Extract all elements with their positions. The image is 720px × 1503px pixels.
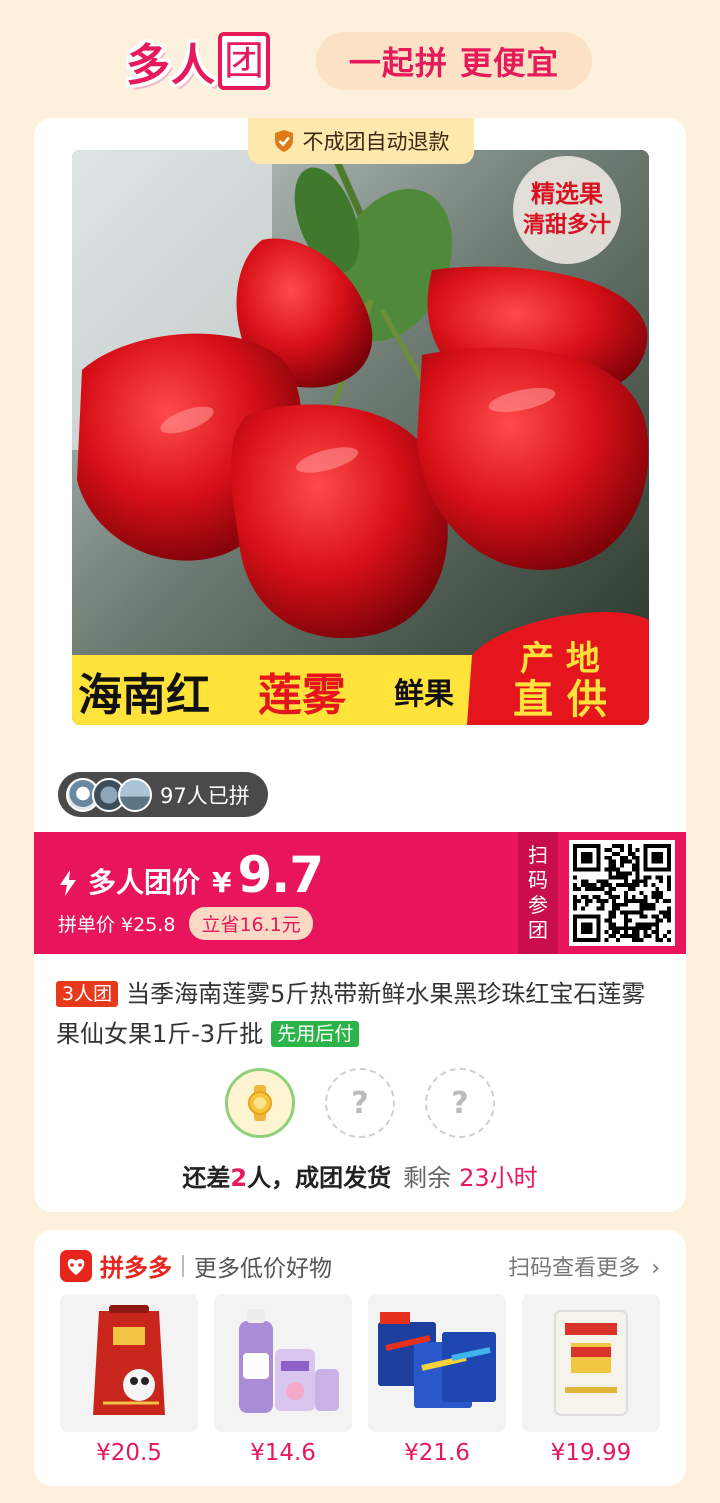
scan-char: 团 [528, 918, 548, 942]
save-amount-pill: 立省16.1元 [189, 907, 313, 940]
badge-line1: 精选果 [531, 180, 603, 208]
joined-count-pill: 97人已拼 [58, 772, 268, 817]
group-status: 还差2人，成团发货 剩余 23小时 [34, 1158, 686, 1193]
remaining-label: 剩余 [403, 1164, 452, 1192]
more-goods-header: 拼多多 更多低价好物 [60, 1248, 332, 1283]
scan-char: 码 [528, 868, 548, 892]
joined-count-text: 97人已拼 [160, 783, 250, 808]
lightning-icon [60, 870, 76, 896]
qr-code-image [573, 844, 671, 942]
more-goods-card: 拼多多 更多低价好物 扫码查看更多 › ¥20.5 ¥14.6 ¥21.6 ¥1… [34, 1230, 686, 1486]
group-price-band: 多人团价 ¥ 9.7 拼单价 ¥25.8 立省16.1元 扫 码 参 团 [34, 832, 686, 954]
banner-right-line1: 产 地 [520, 639, 600, 679]
team-size-tag: 3人团 [56, 981, 119, 1007]
goods-list: ¥20.5 ¥14.6 ¥21.6 ¥19.99 [60, 1294, 660, 1466]
qr-code[interactable] [569, 840, 675, 946]
banner-part1: 海南红 [78, 670, 210, 721]
qr-code-area[interactable] [558, 832, 686, 954]
goods-price: ¥21.6 [404, 1440, 470, 1466]
badge-line2: 清甜多汁 [523, 212, 611, 238]
divider [182, 1254, 184, 1277]
status-suffix: 人，成团发货 [247, 1164, 392, 1192]
goods-price: ¥14.6 [250, 1440, 316, 1466]
logo-box-text: 团 [218, 32, 270, 90]
refund-tag: 不成团自动退款 [248, 118, 474, 164]
shield-check-icon [274, 130, 293, 152]
member-slots: ? ? [34, 1068, 686, 1138]
brand-name: 拼多多 [100, 1254, 172, 1282]
scan-more-link[interactable]: 扫码查看更多 › [508, 1250, 660, 1282]
pinduoduo-logo-icon [60, 1249, 92, 1282]
rice-bag-icon [60, 1294, 198, 1432]
status-missing-count: 2 [230, 1164, 248, 1192]
goods-price: ¥19.99 [550, 1440, 632, 1466]
group-price-label: 多人团价 [88, 866, 201, 899]
toothbrush-pack-icon [368, 1294, 506, 1432]
product-title-block[interactable]: 3人团 当季海南莲雾5斤热带新鲜水果黑珍珠红宝石莲雾果仙女果1斤-3斤批 先用后付 [56, 974, 668, 1054]
price-info: 多人团价 ¥ 9.7 拼单价 ¥25.8 立省16.1元 [58, 846, 325, 940]
scan-char: 参 [528, 893, 548, 917]
avatar-group [66, 777, 152, 812]
currency-symbol: ¥ [212, 866, 232, 899]
goods-item[interactable]: ¥21.6 [368, 1294, 506, 1466]
product-image[interactable]: 精选果 清甜多汁 海南红 莲雾 鲜果 产 地 直 供 [72, 150, 649, 725]
member-slot-filled [225, 1068, 295, 1138]
watch-avatar-icon [248, 1085, 272, 1121]
scan-to-join-label: 扫 码 参 团 [518, 832, 558, 954]
member-slot-empty: ? [325, 1068, 395, 1138]
remaining-time: 23小时 [459, 1164, 538, 1192]
goods-item[interactable]: ¥20.5 [60, 1294, 198, 1466]
group-buy-card: 不成团自动退款 精选果 清甜多汁 海南红 莲雾 鲜果 产 地 直 供 97人已拼… [34, 118, 686, 1212]
group-price-value: 9.7 [237, 846, 325, 904]
goods-price: ¥20.5 [96, 1440, 162, 1466]
refund-tag-text: 不成团自动退款 [302, 130, 450, 154]
more-goods-subtitle: 更多低价好物 [194, 1255, 332, 1282]
slogan-pill: 一起拼 更便宜 [316, 32, 592, 90]
chevron-right-icon: › [651, 1256, 660, 1281]
avatar [118, 777, 152, 812]
multi-group-logo: 多人 团 [120, 30, 276, 92]
goods-item[interactable]: ¥14.6 [214, 1294, 352, 1466]
banner-part2: 莲雾 [258, 670, 347, 721]
single-price-text: 拼单价 ¥25.8 [58, 914, 176, 936]
flour-bag-icon [522, 1294, 660, 1432]
header: 多人 团 一起拼 更便宜 [0, 0, 720, 110]
softener-bottle-icon [214, 1294, 352, 1432]
goods-item[interactable]: ¥19.99 [522, 1294, 660, 1466]
scan-char: 扫 [528, 843, 548, 867]
member-slot-empty: ? [425, 1068, 495, 1138]
logo-main-text: 多人 [126, 40, 216, 91]
status-prefix: 还差 [182, 1164, 231, 1192]
wax-apple-photo: 精选果 清甜多汁 海南红 莲雾 鲜果 产 地 直 供 [72, 150, 649, 725]
pay-later-tag: 先用后付 [271, 1021, 360, 1047]
banner-part3: 鲜果 [394, 677, 454, 712]
scan-more-text: 扫码查看更多 [508, 1256, 641, 1281]
banner-right-line2: 直 供 [513, 677, 607, 723]
